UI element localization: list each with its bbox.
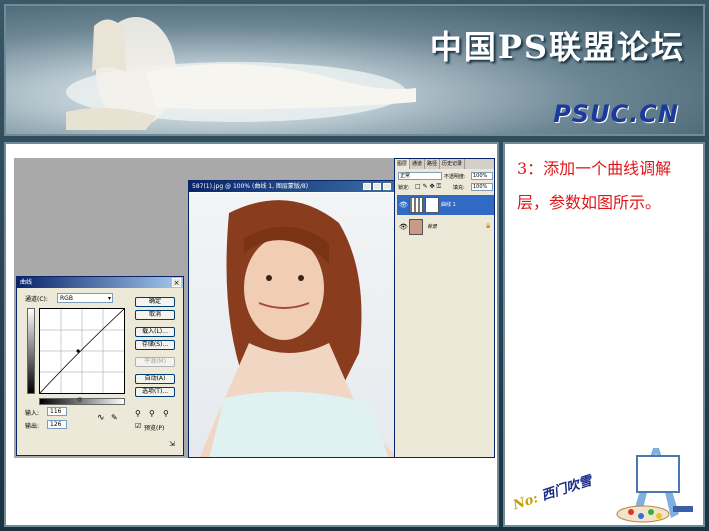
lock-label: 锁定: — [398, 185, 410, 191]
lock-icon: 🔒 — [485, 223, 492, 229]
white-eyedropper-icon[interactable]: ⚲ — [163, 409, 169, 418]
close-icon[interactable]: × — [172, 278, 181, 287]
layer-name: 曲线 1 — [441, 202, 456, 208]
pencil-icon[interactable]: ✎ — [111, 413, 118, 422]
black-eyedropper-icon[interactable]: ⚲ — [135, 409, 141, 418]
cancel-button[interactable]: 取消 — [135, 310, 175, 320]
output-label: 输出: — [25, 423, 40, 430]
tab-layers[interactable]: 图层 — [395, 159, 411, 169]
close-icon[interactable] — [383, 183, 391, 190]
preview-checkbox[interactable]: ☑ — [135, 422, 141, 430]
maximize-icon[interactable] — [373, 183, 381, 190]
banner-fairy-illustration — [66, 17, 416, 130]
input-field[interactable]: 116 — [47, 407, 67, 416]
tutorial-text-panel: 3：添加一个曲线调解层，参数如图所示。 No: 西门吹雪 — [503, 142, 705, 527]
author-signature: No: 西门吹雪 — [510, 470, 594, 514]
easel-palette-illustration — [616, 448, 693, 523]
layers-panel-tabs: 图层 通道 路径 历史记录 — [395, 159, 494, 169]
layer-row-curves[interactable]: 👁 曲线 1 — [397, 195, 494, 215]
lock-icons[interactable]: □ ✎ ✥ ⚿ — [415, 183, 441, 191]
layers-panel: 图层 通道 路径 历史记录 正常 不透明度: 100% 锁定: □ ✎ ✥ ⚿ 填充:… — [394, 158, 495, 458]
curves-dialog-titlebar[interactable]: 曲线 × — [17, 277, 183, 288]
channel-label: 通道(C): — [25, 296, 48, 303]
curve-control-point — [76, 349, 80, 353]
signature-number-label: No: — [511, 491, 541, 514]
gradient-toggle-icon[interactable]: ◎ — [77, 396, 82, 403]
minimize-icon[interactable] — [363, 183, 371, 190]
ok-button[interactable]: 确定 — [135, 297, 175, 307]
fill-field[interactable]: 100% — [471, 183, 493, 191]
background-thumbnail — [409, 219, 423, 235]
auto-button[interactable]: 自动(A) — [135, 374, 175, 384]
photoshop-workspace: 曲线 × 通道(C): RGB ▾ ◎ 确定 取消 载入(L)... 存储(S)… — [14, 158, 495, 458]
photo-document-window: 587(1).jpg @ 100% (曲线 1, 图层蒙版/8) — [188, 180, 398, 458]
curves-adjustment-thumbnail — [409, 197, 423, 213]
opacity-label: 不透明度: — [444, 174, 466, 180]
tab-channels[interactable]: 通道 — [410, 159, 426, 169]
load-button[interactable]: 载入(L)... — [135, 327, 175, 337]
opacity-field[interactable]: 100% — [471, 172, 493, 180]
forum-banner: 中国PS联盟论坛 PSUC.CN — [4, 4, 705, 136]
resize-grip-icon[interactable]: ⇲ — [169, 440, 175, 448]
step-instruction: 3：添加一个曲线调解层，参数如图所示。 — [517, 159, 672, 212]
curves-dialog-title: 曲线 — [20, 279, 33, 286]
chevron-down-icon: ▾ — [107, 295, 111, 302]
options-button[interactable]: 选项(T)... — [135, 387, 175, 397]
gray-eyedropper-icon[interactable]: ⚲ — [149, 409, 155, 418]
tab-history[interactable]: 历史记录 — [440, 159, 466, 169]
blend-mode-select[interactable]: 正常 — [398, 172, 442, 180]
eye-icon[interactable]: 👁 — [399, 201, 408, 209]
curve-graph[interactable] — [39, 308, 125, 394]
layer-name: 背景 — [427, 224, 438, 230]
preview-label: 预览(P) — [144, 425, 165, 432]
channel-select-value: RGB — [60, 295, 73, 302]
input-label: 输入: — [25, 410, 40, 417]
tutorial-image-panel: 曲线 × 通道(C): RGB ▾ ◎ 确定 取消 载入(L)... 存储(S)… — [4, 142, 499, 527]
save-button[interactable]: 存储(S)... — [135, 340, 175, 350]
signature-name: 西门吹雪 — [539, 473, 594, 504]
eye-icon[interactable]: 👁 — [399, 223, 408, 231]
layer-row-background[interactable]: 👁 背景 🔒 — [397, 217, 494, 237]
output-gradient-bar — [27, 308, 35, 394]
smooth-button[interactable]: 平滑(M) — [135, 357, 175, 367]
page-frame: 中国PS联盟论坛 PSUC.CN 曲线 × 通道(C): RGB ▾ ◎ 确定 … — [0, 0, 709, 531]
banner-title: 中国PS联盟论坛 — [429, 28, 685, 66]
tab-paths[interactable]: 路径 — [425, 159, 441, 169]
fill-label: 填充: — [453, 185, 465, 191]
output-field[interactable]: 126 — [47, 420, 67, 429]
banner-logo: PSUC.CN — [553, 100, 679, 128]
photo-window-title: 587(1).jpg @ 100% (曲线 1, 图层蒙版/8) — [192, 183, 309, 190]
channel-select[interactable]: RGB ▾ — [57, 293, 113, 303]
portrait-photo — [189, 193, 397, 457]
curve-pencil-icon[interactable]: ∿ — [97, 413, 105, 423]
layer-mask-thumbnail[interactable] — [425, 197, 439, 213]
curves-dialog: 曲线 × 通道(C): RGB ▾ ◎ 确定 取消 载入(L)... 存储(S)… — [16, 276, 184, 456]
